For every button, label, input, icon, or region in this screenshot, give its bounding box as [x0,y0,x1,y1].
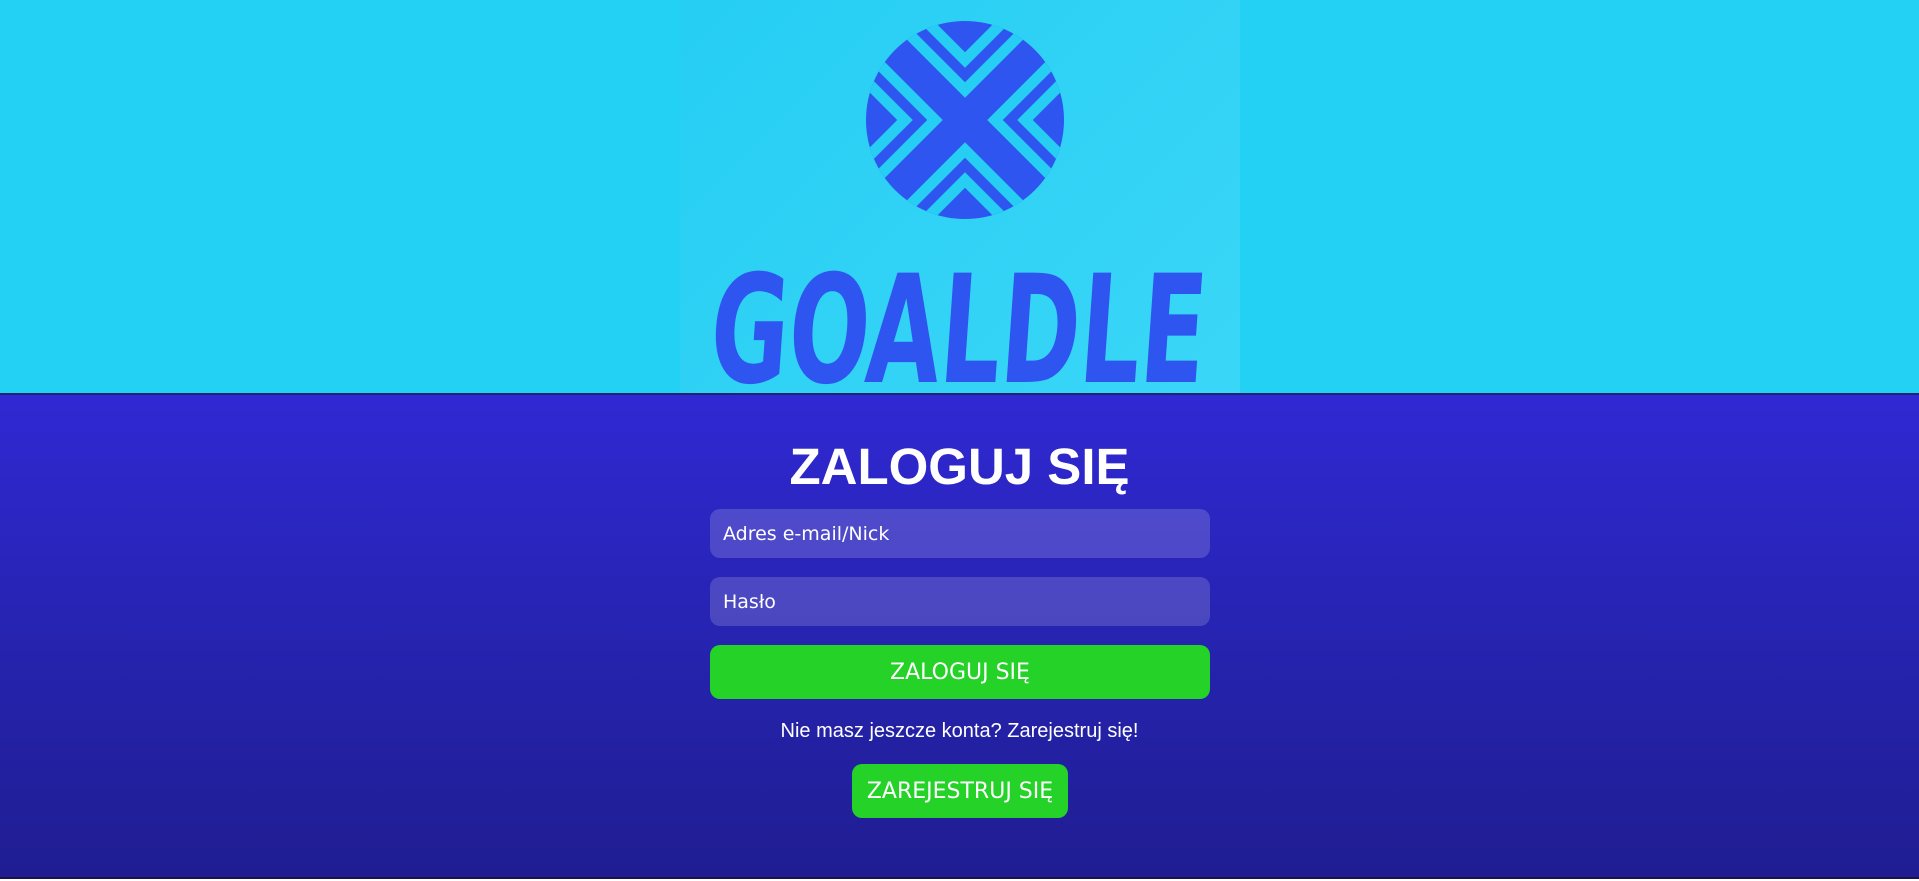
login-page: GOALDLE ZALOGUJ SIĘ ZALOGUJ SIĘ Nie masz… [0,0,1919,881]
svg-text:GOALDLE: GOALDLE [710,244,1212,392]
password-input[interactable] [710,577,1210,626]
login-button[interactable]: ZALOGUJ SIĘ [710,645,1210,699]
header-banner: GOALDLE [0,0,1919,395]
goaldle-wordmark-logo: GOALDLE [710,240,1220,392]
login-title: ZALOGUJ SIĘ [789,438,1130,495]
email-nick-input[interactable] [710,509,1210,558]
register-button[interactable]: ZAREJESTRUJ SIĘ [852,764,1068,818]
register-hint: Nie masz jeszcze konta? Zarejestruj się! [780,720,1139,742]
crossed-chevrons-circle-icon [865,20,1065,220]
login-section: ZALOGUJ SIĘ ZALOGUJ SIĘ Nie masz jeszcze… [0,395,1919,879]
